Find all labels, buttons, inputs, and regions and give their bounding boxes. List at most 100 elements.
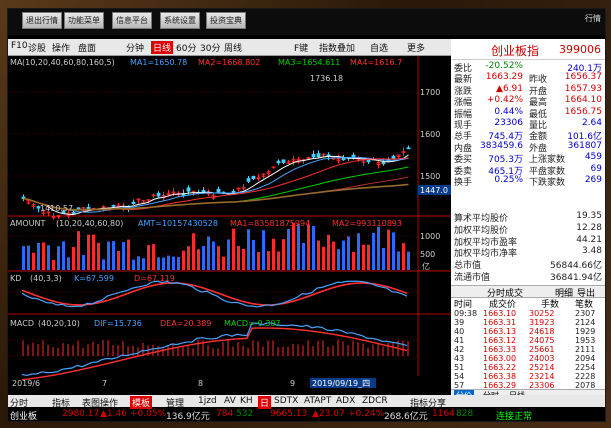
- quote-row: 最新 1663.29 昨收 1656.37: [451, 72, 605, 85]
- amount-bar: [382, 247, 385, 270]
- amount-bar: [47, 245, 50, 270]
- tick-count: 2254: [575, 363, 596, 372]
- candle-body: [111, 204, 116, 207]
- amount-label-1000: 1000: [420, 232, 440, 241]
- status-pct-1: +0.05%: [130, 409, 167, 419]
- amount-bar: [237, 245, 240, 270]
- tick-volume: 31923: [529, 318, 555, 327]
- tab-adx[interactable]: ADX: [336, 396, 355, 406]
- candle-body: [366, 159, 371, 163]
- exit-quotes-button[interactable]: 退出行情: [22, 12, 62, 29]
- amount-bar: [327, 234, 330, 270]
- amount-bar: [262, 230, 265, 270]
- quote-stat-row: 总市值 56844.66亿: [451, 258, 605, 271]
- macd-panel: [21, 322, 409, 381]
- amount-bar: [307, 224, 310, 270]
- amount-bar: [102, 259, 105, 270]
- index-overlay-button[interactable]: 指数叠加: [319, 41, 355, 54]
- amount-title: AMOUNT: [10, 219, 46, 228]
- tab-1jzd[interactable]: 1jzd: [198, 396, 217, 406]
- tab-day[interactable]: 日: [258, 396, 272, 409]
- 60min-button[interactable]: 60分: [176, 41, 196, 54]
- tab-atapt[interactable]: ATAPT: [304, 396, 331, 406]
- amount-bar: [147, 245, 150, 270]
- candlesticks: [21, 145, 411, 220]
- tab-kh[interactable]: KH: [240, 396, 253, 406]
- candle-body: [316, 153, 321, 158]
- stat-value: 12.28: [576, 222, 602, 233]
- tick-price: 1663.12: [483, 336, 517, 345]
- tick-count: 1953: [575, 336, 596, 345]
- amount-bar: [112, 241, 115, 270]
- status-down-count: 532: [236, 409, 254, 419]
- watchlist-button[interactable]: 自选: [370, 41, 388, 54]
- amount-bar: [182, 250, 185, 270]
- tick-price: 1663.38: [483, 372, 517, 381]
- tick-time: 54: [454, 372, 465, 381]
- quote-row: 振幅 0.44% 最低 1656.75: [451, 107, 605, 120]
- amount-bar: [337, 249, 340, 270]
- candle-body: [381, 161, 386, 165]
- tab-av[interactable]: AV: [224, 396, 236, 406]
- tick-price: 1663.33: [483, 345, 517, 354]
- amount-params: (10,20,40,60,80): [56, 219, 123, 228]
- minute-button[interactable]: 分钟: [126, 41, 144, 54]
- tick-price: 1663.31: [483, 318, 517, 327]
- amount-bar: [142, 258, 145, 270]
- quote-value-2: 69: [590, 163, 602, 174]
- chart-toolbar: F10 诊股 操作 盘面 分钟 日线 60分 30分 周线 F键 指数叠加 自选…: [8, 39, 451, 56]
- amount-bar: [242, 248, 245, 270]
- tab-template[interactable]: 模板: [130, 396, 153, 409]
- price-label-1600: 1600: [420, 130, 440, 139]
- daily-button[interactable]: 日线: [151, 41, 174, 54]
- tab-indicator-share[interactable]: 指标分享: [410, 396, 446, 409]
- panel-button[interactable]: 盘面: [78, 41, 96, 54]
- quote-value-2: 459: [584, 152, 602, 163]
- amount-ma2: MA2=993110893: [332, 219, 402, 228]
- amount-bar: [282, 239, 285, 270]
- macd-value: MACD=-9.307: [224, 319, 280, 328]
- candle-body: [216, 188, 221, 194]
- low-label: 1410.57: [40, 204, 73, 213]
- more-button[interactable]: 更多: [407, 41, 425, 54]
- ma2-value: MA2=1668.802: [198, 58, 260, 67]
- info-platform-button[interactable]: 信息平台: [112, 12, 152, 29]
- indicator-tabs: 分时 指标 表图操作 模板 管理 1jzd AV KH 日 SDTX ATAPT…: [8, 395, 605, 409]
- invest-guide-button[interactable]: 投资宝典: [206, 12, 246, 29]
- tick-count: 2124: [575, 318, 596, 327]
- macd-dif-line: [21, 322, 408, 377]
- amount-bar: [42, 242, 45, 270]
- macd-dif: DIF=15.736: [94, 319, 142, 328]
- tab-intraday-main[interactable]: 分时: [10, 396, 28, 409]
- tab-indicators[interactable]: 指标: [52, 396, 70, 409]
- amount-bar: [192, 233, 195, 270]
- f10-button[interactable]: F10: [11, 41, 28, 51]
- amount-bar: [132, 259, 135, 270]
- tab-manage[interactable]: 管理: [166, 396, 184, 409]
- amount-bar: [177, 256, 180, 270]
- amount-bar: [397, 251, 400, 270]
- kline-chart[interactable]: MA (10,20,40,60,80,160,5) MA1=1650.78 MA…: [8, 56, 451, 389]
- amount-bar: [252, 240, 255, 270]
- diagnose-button[interactable]: 诊股: [28, 41, 46, 54]
- amount-bar: [232, 228, 235, 270]
- chart-area[interactable]: MA (10,20,40,60,80,160,5) MA1=1650.78 MA…: [8, 56, 451, 389]
- system-settings-button[interactable]: 系统设置: [160, 12, 200, 29]
- tab-sdtx[interactable]: SDTX: [274, 396, 298, 406]
- function-menu-button[interactable]: 功能菜单: [64, 12, 104, 29]
- operate-button[interactable]: 操作: [52, 41, 70, 54]
- f-key-button[interactable]: F键: [294, 41, 308, 54]
- amount-bar: [247, 229, 250, 270]
- candle-body: [201, 189, 206, 193]
- status-index-1: 2980.17: [62, 409, 100, 419]
- amount-unit-label: 亿: [422, 261, 430, 271]
- tab-zdcr[interactable]: ZDCR: [362, 396, 388, 406]
- quote-value-2: 361807: [567, 140, 602, 151]
- 30min-button[interactable]: 30分: [200, 41, 220, 54]
- amount-bar: [217, 246, 220, 270]
- tick-count: 2111: [575, 345, 596, 354]
- tab-chart-ops[interactable]: 表图操作: [82, 396, 118, 409]
- weekly-button[interactable]: 周线: [224, 41, 242, 54]
- menu-bar: 退出行情 功能菜单 信息平台 系统设置 投资宝典 行情: [8, 9, 605, 35]
- amount-bar: [77, 231, 80, 270]
